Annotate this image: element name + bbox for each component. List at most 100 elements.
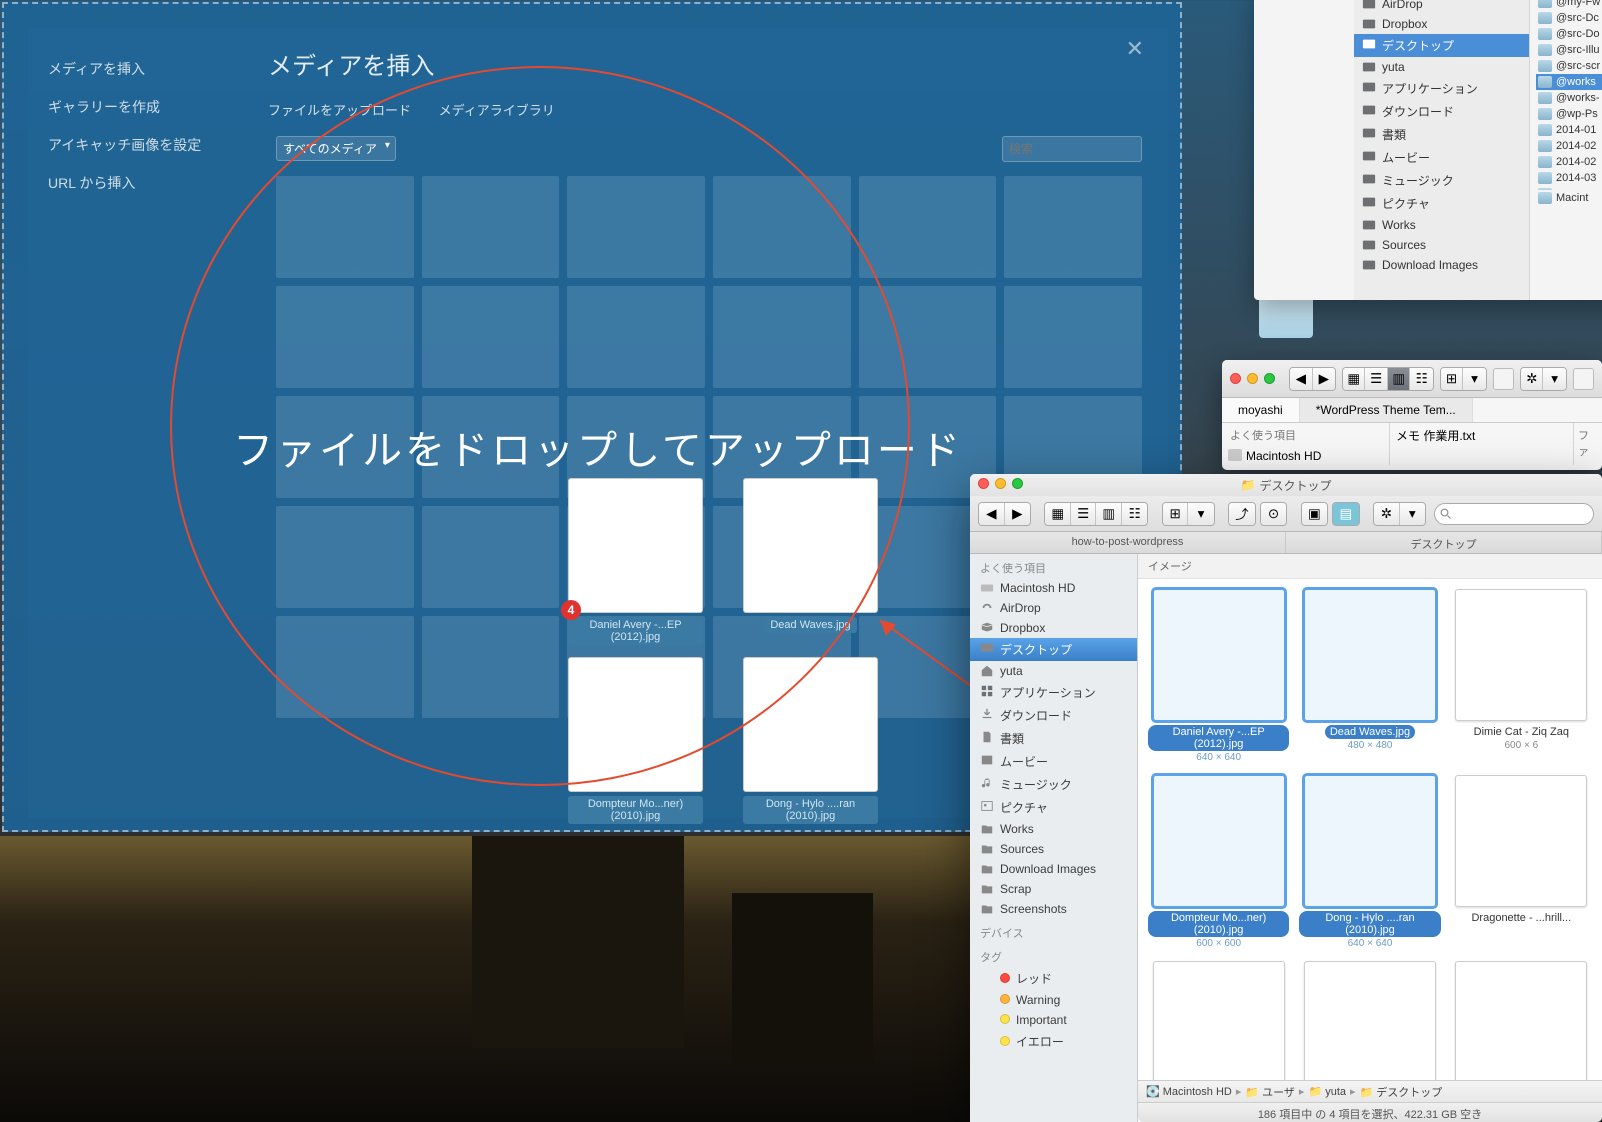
zoom-icon[interactable] xyxy=(1264,373,1275,384)
nav-fwd-button[interactable]: ▶ xyxy=(1313,368,1335,390)
share-button[interactable] xyxy=(1493,368,1514,390)
file-item[interactable]: Dong - Hylo ....ran (2010).jpg640 × 640 xyxy=(1299,775,1440,949)
bg-sidebar-item[interactable]: Works xyxy=(1354,215,1529,235)
tab-upload[interactable]: ファイルをアップロード xyxy=(268,103,411,118)
sidebar-item[interactable]: デスクトップ xyxy=(970,638,1137,661)
bg-file-row[interactable]: @wp-Ps xyxy=(1536,106,1602,122)
file-item[interactable] xyxy=(1148,961,1289,1080)
sidebar-item[interactable]: Sources xyxy=(970,839,1137,859)
minimize-icon[interactable] xyxy=(995,478,1006,489)
sidebar-item[interactable]: Scrap xyxy=(970,879,1137,899)
sidebar-insert-media[interactable]: メディアを挿入 xyxy=(42,50,232,88)
editor-tab[interactable]: *WordPress Theme Tem... xyxy=(1300,398,1473,422)
sidebar-item[interactable]: ムービー xyxy=(970,750,1137,773)
sidebar-tag[interactable]: イエロー xyxy=(970,1030,1137,1053)
sidebar-item[interactable]: Works xyxy=(970,819,1137,839)
bg-file-row[interactable]: 2014-02 xyxy=(1536,154,1602,170)
minimize-icon[interactable] xyxy=(1247,373,1258,384)
dropbox-button[interactable] xyxy=(1573,368,1594,390)
path-segment[interactable]: 📁 ユーザ xyxy=(1245,1084,1295,1100)
sidebar-item[interactable]: ダウンロード xyxy=(970,704,1137,727)
path-segment[interactable]: 📁 デスクトップ xyxy=(1360,1084,1443,1100)
sidebar-create-gallery[interactable]: ギャラリーを作成 xyxy=(42,88,232,126)
action-menu-button[interactable]: ▾ xyxy=(1543,368,1565,390)
bg-sidebar-item[interactable]: デスクトップ xyxy=(1354,34,1529,57)
share-button[interactable]: ⤴ xyxy=(1229,503,1254,525)
bg-file-row[interactable]: Macint xyxy=(1536,190,1602,206)
tag-button[interactable]: ⊙ xyxy=(1261,503,1286,525)
sidebar-item[interactable]: yuta xyxy=(970,661,1137,681)
bg-file-row[interactable]: @works- xyxy=(1536,90,1602,106)
arrange-menu-button[interactable]: ▾ xyxy=(1188,503,1213,525)
sidebar-from-url[interactable]: URL から挿入 xyxy=(42,164,232,202)
bg-sidebar-item[interactable]: Sources xyxy=(1354,235,1529,255)
finder-tab[interactable]: how-to-post-wordpress xyxy=(970,532,1286,553)
file-item[interactable]: Dompteur Mo...ner) (2010).jpg600 × 600 xyxy=(1148,775,1289,949)
sidebar-item[interactable]: Macintosh HD xyxy=(970,578,1137,598)
bg-sidebar-item[interactable]: ミュージック xyxy=(1354,169,1529,192)
sidebar-item[interactable]: アプリケーション xyxy=(970,681,1137,704)
file-item[interactable] xyxy=(1451,961,1592,1080)
sidebar-item[interactable]: Dropbox xyxy=(970,618,1137,638)
dropbox-button[interactable]: ▣ xyxy=(1302,503,1327,525)
finder-search-input[interactable] xyxy=(1434,503,1594,525)
bg-sidebar-item[interactable]: 書類 xyxy=(1354,123,1529,146)
bg-sidebar-item[interactable]: Dropbox xyxy=(1354,14,1529,34)
sidebar-tag[interactable]: Warning xyxy=(970,990,1137,1010)
media-filter-select[interactable]: すべてのメディア xyxy=(276,136,396,161)
sidebar-item[interactable]: ミュージック xyxy=(970,773,1137,796)
editor-side-item[interactable]: Macintosh HD xyxy=(1222,447,1389,465)
file-item[interactable]: Daniel Avery -...EP (2012).jpg640 × 640 xyxy=(1148,589,1289,763)
view-list-button[interactable]: ☰ xyxy=(1365,368,1388,390)
view-cover-button[interactable]: ☷ xyxy=(1122,503,1147,525)
arrange-menu-button[interactable]: ▾ xyxy=(1463,368,1485,390)
nav-fwd-button[interactable]: ▶ xyxy=(1005,503,1030,525)
view-icon-button[interactable]: ▦ xyxy=(1045,503,1071,525)
path-segment[interactable]: 📁 yuta xyxy=(1308,1085,1346,1098)
file-item[interactable]: Dimie Cat - Ziq Zaq600 × 6 xyxy=(1451,589,1592,763)
media-search-input[interactable] xyxy=(1002,136,1142,162)
action-button[interactable]: ✲ xyxy=(1374,503,1400,525)
bg-sidebar-item[interactable]: アプリケーション xyxy=(1354,77,1529,100)
close-icon[interactable] xyxy=(1230,373,1241,384)
sidebar-item[interactable]: 書類 xyxy=(970,727,1137,750)
view-col-button[interactable]: ▥ xyxy=(1096,503,1122,525)
editor-tab[interactable]: moyashi xyxy=(1222,398,1300,422)
bg-file-row[interactable]: @src-scr xyxy=(1536,58,1602,74)
finder-tab[interactable]: デスクトップ xyxy=(1286,532,1602,553)
action-menu-button[interactable]: ▾ xyxy=(1400,503,1425,525)
bg-sidebar-item[interactable]: AirDrop xyxy=(1354,0,1529,14)
sidebar-item[interactable]: ピクチャ xyxy=(970,796,1137,819)
file-item[interactable]: Dead Waves.jpg480 × 480 xyxy=(1299,589,1440,763)
sidebar-item[interactable]: AirDrop xyxy=(970,598,1137,618)
view-icon-button[interactable]: ▦ xyxy=(1343,368,1366,390)
arrange-button[interactable]: ⊞ xyxy=(1163,503,1189,525)
sidebar-item[interactable]: Download Images xyxy=(970,859,1137,879)
view-list-button[interactable]: ☰ xyxy=(1071,503,1097,525)
bg-file-row[interactable]: @src-Illu xyxy=(1536,42,1602,58)
bg-sidebar-item[interactable]: Download Images xyxy=(1354,255,1529,275)
screenshot-button[interactable]: ▤ xyxy=(1333,503,1358,525)
file-item[interactable] xyxy=(1299,961,1440,1080)
editor-file[interactable]: メモ 作業用.txt xyxy=(1390,423,1574,465)
close-icon[interactable] xyxy=(978,478,989,489)
arrange-button[interactable]: ⊞ xyxy=(1441,368,1464,390)
bg-file-row[interactable]: @my-Fw xyxy=(1536,0,1602,10)
bg-sidebar-item[interactable]: yuta xyxy=(1354,57,1529,77)
sidebar-tag[interactable]: レッド xyxy=(970,967,1137,990)
sidebar-featured-image[interactable]: アイキャッチ画像を設定 xyxy=(42,126,232,164)
zoom-icon[interactable] xyxy=(1012,478,1023,489)
close-icon[interactable]: ✕ xyxy=(1126,36,1144,62)
nav-back-button[interactable]: ◀ xyxy=(1290,368,1313,390)
nav-back-button[interactable]: ◀ xyxy=(979,503,1005,525)
view-cover-button[interactable]: ☷ xyxy=(1410,368,1432,390)
path-segment[interactable]: 💽 Macintosh HD xyxy=(1146,1085,1232,1098)
bg-sidebar-item[interactable]: ムービー xyxy=(1354,146,1529,169)
bg-file-row[interactable]: @src-Do xyxy=(1536,26,1602,42)
bg-sidebar-item[interactable]: ピクチャ xyxy=(1354,192,1529,215)
sidebar-tag[interactable]: Important xyxy=(970,1010,1137,1030)
bg-file-row[interactable]: 2014-01 xyxy=(1536,122,1602,138)
action-button[interactable]: ✲ xyxy=(1521,368,1544,390)
bg-file-row[interactable]: 2014-02 xyxy=(1536,138,1602,154)
tab-library[interactable]: メディアライブラリ xyxy=(439,103,555,118)
